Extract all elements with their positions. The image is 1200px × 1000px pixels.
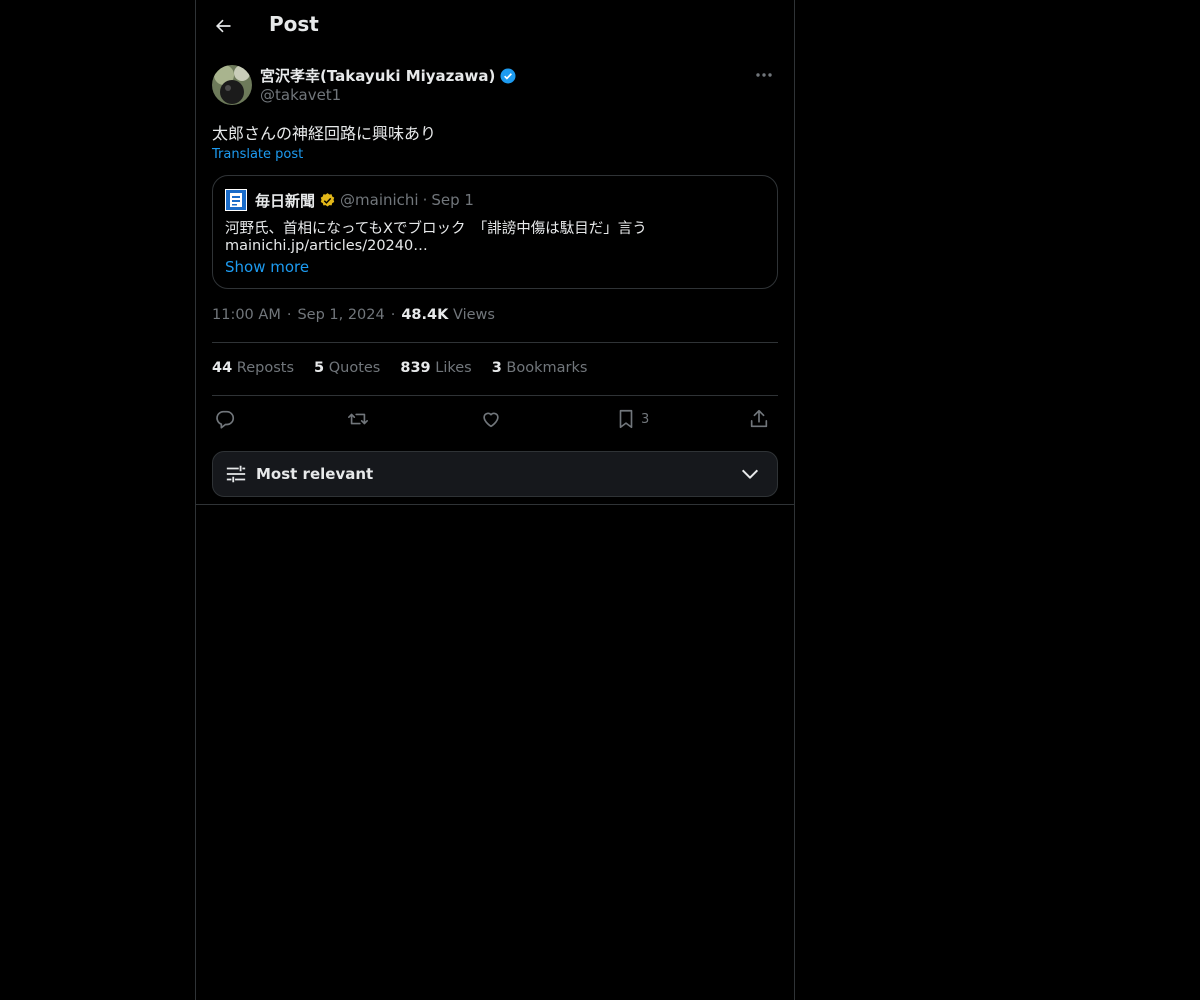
sliders-icon [226,465,246,483]
repost-button[interactable] [346,406,370,432]
author-name-row: 宮沢孝幸(Takayuki Miyazawa) [260,65,517,86]
post-column: Post 宮沢孝幸(Takayuki Miyazawa) @takavet1 太… [195,0,795,1000]
stat-label: Likes [435,360,472,376]
reply-button[interactable] [214,406,236,432]
translate-post-link[interactable]: Translate post [212,147,303,162]
post-actions: 3 [212,406,778,434]
separator-dot: · [390,307,396,323]
stat-count: 44 [212,360,233,376]
divider [212,395,778,396]
mainichi-logo-icon [225,189,247,211]
stat-likes[interactable]: 839 Likes [400,360,471,376]
views: 48.4K Views [401,307,495,323]
post-stats: 44 Reposts 5 Quotes 839 Likes 3 Bookmark… [212,360,587,376]
stat-reposts[interactable]: 44 Reposts [212,360,294,376]
separator-dot: · [422,191,428,209]
quoted-text-line1: 河野氏、首相になってもXでブロック 「誹謗中傷は駄目だ」言う [225,221,647,237]
separator-dot: · [286,307,292,323]
stat-label: Quotes [328,360,381,376]
stat-label: Reposts [236,360,295,376]
quoted-text-line2[interactable]: mainichi.jp/articles/20240… [225,238,428,254]
repost-icon [348,413,368,425]
reply-icon [216,410,235,429]
views-label: Views [452,307,495,323]
post-text: 太郎さんの神経回路に興味あり [212,124,437,143]
post-date[interactable]: Sep 1, 2024 [297,307,384,323]
quoted-author-name: 毎日新聞 [255,191,316,210]
stat-count: 5 [314,360,325,376]
bookmark-icon [619,409,633,429]
like-icon [483,412,499,428]
views-count: 48.4K [401,307,449,323]
page-header: Post [196,0,794,53]
chevron-down-icon [741,469,759,479]
back-arrow-icon [216,19,231,33]
post-time[interactable]: 11:00 AM [212,307,281,323]
quoted-post-header: 毎日新聞 @mainichi · Sep 1 [225,189,474,211]
stat-quotes[interactable]: 5 Quotes [314,360,380,376]
more-button[interactable] [750,64,778,86]
stat-count: 839 [400,360,431,376]
page-title: Post [269,12,319,36]
gold-verified-icon [320,192,335,207]
avatar[interactable] [212,65,252,105]
like-button[interactable] [480,406,502,432]
quoted-post[interactable]: 毎日新聞 @mainichi · Sep 1 河野氏、首相になってもXでブロック… [212,175,778,289]
quoted-date: Sep 1 [431,191,474,209]
share-button[interactable] [748,406,770,432]
author-handle[interactable]: @takavet1 [260,86,341,104]
stat-count: 3 [491,360,502,376]
stat-label: Bookmarks [506,360,588,376]
share-icon [750,409,768,428]
bookmark-count: 3 [641,411,650,427]
author-display-name[interactable]: 宮沢孝幸(Takayuki Miyazawa) [260,65,495,86]
post-meta: 11:00 AM · Sep 1, 2024 · 48.4K Views [212,307,495,323]
sort-replies-dropdown[interactable]: Most relevant [212,451,778,497]
verified-badge-icon [500,68,516,83]
post-author: 宮沢孝幸(Takayuki Miyazawa) @takavet1 [212,64,778,106]
divider [212,342,778,343]
bookmark-button[interactable]: 3 [615,406,649,432]
back-button[interactable] [210,13,236,39]
sort-label: Most relevant [256,465,374,483]
more-icon [756,73,772,77]
quoted-author-handle: @mainichi [340,191,419,209]
show-more-link[interactable]: Show more [225,258,309,276]
divider [196,504,794,505]
stat-bookmarks[interactable]: 3 Bookmarks [492,360,588,376]
